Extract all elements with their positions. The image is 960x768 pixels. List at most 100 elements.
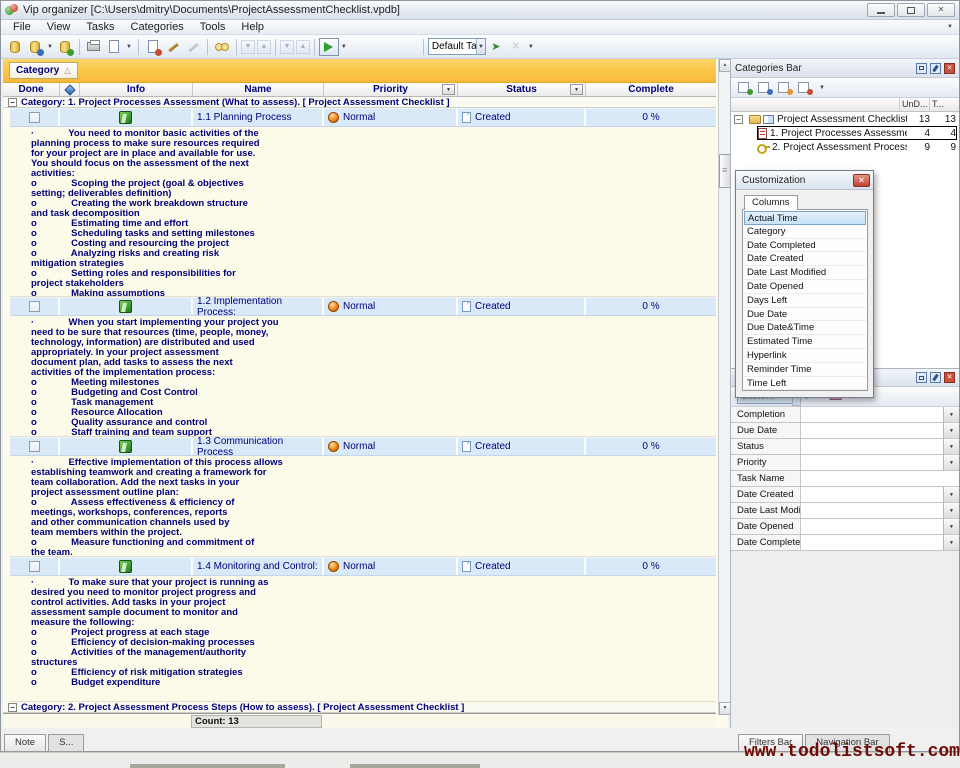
column-header-name[interactable]: Name xyxy=(193,83,324,96)
task-4-status[interactable]: Created xyxy=(458,558,586,575)
category-row-1[interactable]: − Category: 1. Project Processes Assessm… xyxy=(3,97,716,108)
customization-title-bar[interactable]: Customization ✕ xyxy=(736,171,873,190)
minimize-button[interactable] xyxy=(867,3,895,17)
print-button[interactable] xyxy=(85,38,103,56)
checkbox[interactable] xyxy=(29,561,40,572)
menu-categories[interactable]: Categories xyxy=(123,21,192,33)
column-item-days-left[interactable]: Days Left xyxy=(744,294,866,308)
maximize-button[interactable] xyxy=(897,3,925,17)
task-row-3[interactable]: 1.3 Communication Process Normal Created… xyxy=(10,437,716,456)
task-2-done-cell[interactable] xyxy=(10,298,60,315)
filter-dropdown[interactable]: ▼ xyxy=(943,503,959,518)
task-3-name[interactable]: 1.3 Communication Process xyxy=(193,438,324,455)
task-1-status[interactable]: Created xyxy=(458,109,586,126)
filter-value[interactable] xyxy=(801,455,943,470)
task-3-info-cell[interactable] xyxy=(60,438,193,455)
column-header-complete[interactable]: Complete xyxy=(586,83,716,96)
filter-dropdown[interactable]: ▼ xyxy=(943,439,959,454)
task-1-info-cell[interactable] xyxy=(60,109,193,126)
filter-value[interactable] xyxy=(801,439,943,454)
dialog-close-button[interactable]: ✕ xyxy=(853,174,870,187)
panel-restore-button[interactable] xyxy=(916,372,927,383)
view-toolbar-overflow-icon[interactable]: ▼ xyxy=(528,44,534,50)
tab-note[interactable]: Note xyxy=(4,734,46,752)
status-filter-dropdown[interactable]: ▼ xyxy=(570,84,583,95)
task-2-priority[interactable]: Normal xyxy=(324,298,458,315)
filter-value[interactable] xyxy=(801,423,943,438)
title-bar[interactable]: Vip organizer [C:\Users\dmitry\Documents… xyxy=(1,1,959,20)
category-row-2[interactable]: − Category: 2. Project Assessment Proces… xyxy=(3,702,716,713)
task-1-name[interactable]: 1.1 Planning Process xyxy=(193,109,324,126)
task-4-complete[interactable]: 0 % xyxy=(586,558,716,575)
filter-dropdown[interactable]: ▼ xyxy=(943,519,959,534)
task-2-name[interactable]: 1.2 Implementation Process: xyxy=(193,298,324,315)
move-up-button[interactable]: ▲ xyxy=(257,40,271,54)
new-category-button[interactable] xyxy=(737,81,753,95)
column-item-date-last-modified[interactable]: Date Last Modified xyxy=(744,266,866,280)
collapse-icon[interactable]: − xyxy=(8,98,17,107)
panel-close-button[interactable]: ✕ xyxy=(944,372,955,383)
view-task-button[interactable] xyxy=(213,38,231,56)
move-bottom-button[interactable]: ▼ xyxy=(280,40,294,54)
task-4-info-cell[interactable] xyxy=(60,558,193,575)
delete-task-button[interactable] xyxy=(184,38,202,56)
filter-dropdown[interactable]: ▼ xyxy=(943,535,959,550)
column-header-priority[interactable]: Priority ▼ xyxy=(324,83,458,96)
filter-dropdown[interactable]: ▼ xyxy=(943,455,959,470)
task-3-status[interactable]: Created xyxy=(458,438,586,455)
apply-view-button[interactable]: ➤ xyxy=(487,38,505,56)
priority-filter-dropdown[interactable]: ▼ xyxy=(442,84,455,95)
column-header-done[interactable]: Done xyxy=(3,83,60,96)
panel-close-button[interactable]: ✕ xyxy=(944,63,955,74)
filter-dropdown[interactable]: ▼ xyxy=(943,407,959,422)
column-item-category[interactable]: Category xyxy=(744,225,866,239)
menu-view[interactable]: View xyxy=(39,21,79,33)
column-item-date-created[interactable]: Date Created xyxy=(744,252,866,266)
column-item-due-date-time[interactable]: Due Date&Time xyxy=(744,321,866,335)
task-view-dropdown-icon[interactable]: ▼ xyxy=(476,39,485,54)
column-item-reminder-time[interactable]: Reminder Time xyxy=(744,363,866,377)
task-1-priority[interactable]: Normal xyxy=(324,109,458,126)
tab-s[interactable]: S... xyxy=(48,734,84,752)
menu-help[interactable]: Help xyxy=(233,21,272,33)
open-dropdown-icon[interactable]: ▼ xyxy=(47,44,53,50)
print-preview-button[interactable] xyxy=(105,38,123,56)
filter-value[interactable] xyxy=(801,487,943,502)
task-row-4[interactable]: 1.4 Monitoring and Control: Normal Creat… xyxy=(10,557,716,576)
column-header-complete-icon[interactable] xyxy=(60,83,80,96)
column-header-status[interactable]: Status ▼ xyxy=(458,83,586,96)
edit-task-button[interactable] xyxy=(164,38,182,56)
task-1-complete[interactable]: 0 % xyxy=(586,109,716,126)
filter-value[interactable] xyxy=(801,503,943,518)
move-top-button[interactable]: ▲ xyxy=(296,40,310,54)
open-database-button[interactable] xyxy=(26,38,44,56)
task-2-complete[interactable]: 0 % xyxy=(586,298,716,315)
filter-value[interactable] xyxy=(801,407,943,422)
menubar-overflow-icon[interactable]: ▼ xyxy=(947,24,953,30)
task-4-done-cell[interactable] xyxy=(10,558,60,575)
task-row-1[interactable]: 1.1 Planning Process Normal Created 0 % xyxy=(10,108,716,127)
filter-dropdown[interactable]: ▼ xyxy=(943,423,959,438)
delete-category-button[interactable] xyxy=(797,81,813,95)
filter-value[interactable] xyxy=(801,471,959,486)
view-mode-button[interactable] xyxy=(319,38,339,56)
filter-dropdown[interactable]: ▼ xyxy=(943,487,959,502)
column-item-actual-time[interactable]: Actual Time xyxy=(744,211,866,225)
column-item-estimated-time[interactable]: Estimated Time xyxy=(744,335,866,349)
view-mode-dropdown-icon[interactable]: ▼ xyxy=(341,44,347,50)
menu-tasks[interactable]: Tasks xyxy=(78,21,122,33)
column-item-time-left[interactable]: Time Left xyxy=(744,377,866,391)
tree-row-category-1[interactable]: 1. Project Processes Assessment (W 4 4 xyxy=(731,126,959,140)
task-2-info-cell[interactable] xyxy=(60,298,193,315)
edit-category-button[interactable] xyxy=(777,81,793,95)
menu-tools[interactable]: Tools xyxy=(192,21,234,33)
task-3-complete[interactable]: 0 % xyxy=(586,438,716,455)
task-view-combo[interactable]: Default Task V ▼ xyxy=(428,38,486,55)
checkbox[interactable] xyxy=(29,441,40,452)
task-3-done-cell[interactable] xyxy=(10,438,60,455)
new-task-button[interactable] xyxy=(144,38,162,56)
menu-file[interactable]: File xyxy=(5,21,39,33)
tree-row-category-2[interactable]: 2. Project Assessment Process Step 9 9 xyxy=(731,140,959,154)
column-item-due-date[interactable]: Due Date xyxy=(744,308,866,322)
collapse-icon[interactable]: − xyxy=(8,703,17,712)
